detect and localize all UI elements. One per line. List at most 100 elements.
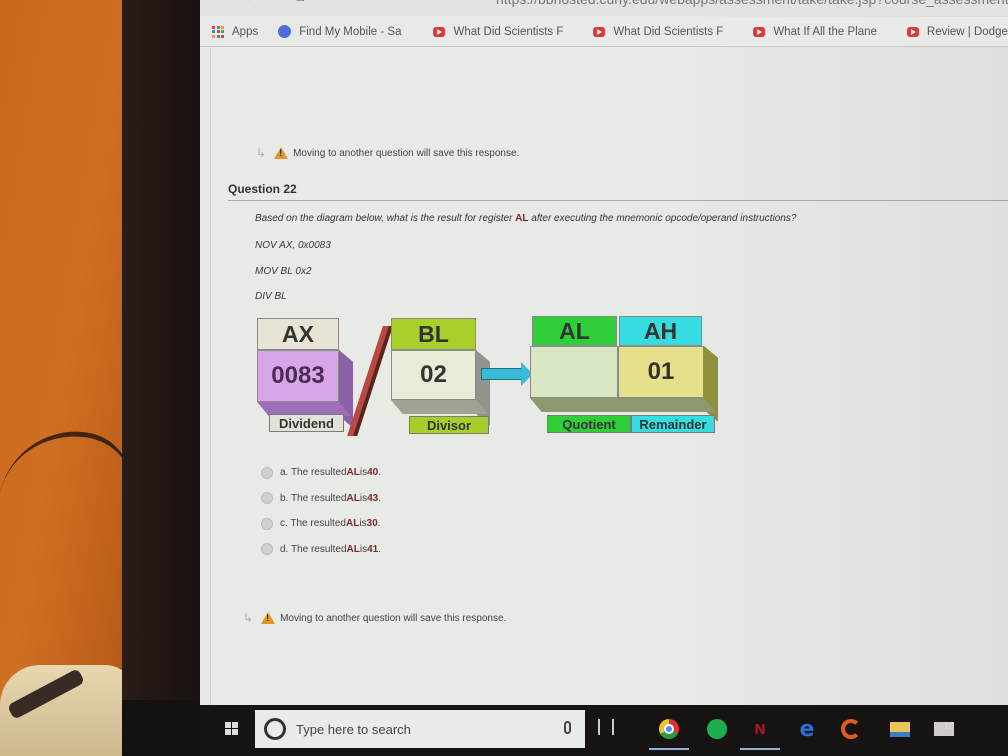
spotify-icon [707, 719, 727, 739]
youtube-icon [906, 26, 919, 37]
option-text: is [359, 518, 367, 530]
netflix-icon: N [754, 720, 766, 738]
option-text: d. The resulted [280, 543, 347, 555]
option-text: . [378, 492, 382, 504]
monitor-bezel-left [122, 0, 210, 756]
option-text: is [359, 467, 368, 479]
bl-box-side [476, 350, 490, 426]
reload-icon[interactable]: ↻ [268, 0, 295, 5]
notice-text: Moving to another question will save thi… [280, 612, 507, 624]
dividend-caption: Dividend [269, 414, 344, 432]
option-value: 30 [366, 518, 378, 530]
screen: ←→↻⌂ https://bbhosted.cuny.edu/webapps/a… [200, 0, 1008, 705]
return-arrow-icon: ↳ [243, 611, 254, 625]
bookmark-label: What Did Scientists F [613, 25, 724, 38]
crunchyroll-icon [841, 719, 861, 739]
answer-options: a. The resulted AL is 40. b. The resulte… [261, 460, 381, 562]
division-slash [347, 326, 393, 436]
taskbar-netflix[interactable]: N [740, 715, 780, 750]
radio-button[interactable] [261, 492, 273, 505]
bookmark-label: Review | Dodge Dem [926, 25, 1008, 38]
cortana-icon[interactable] [264, 718, 286, 740]
option-register: AL [346, 492, 360, 504]
al-ah-box-bottom [530, 398, 716, 412]
bl-value: 02 [391, 350, 476, 400]
address-bar[interactable]: ←→↻⌂ https://bbhosted.cuny.edu/webapps/a… [200, 0, 1008, 16]
ax-value: 0083 [257, 350, 339, 402]
option-register: AL [345, 518, 360, 530]
bl-box-bottom [391, 400, 488, 414]
register-diagram: AX 0083 Dividend BL 02 Divisor AL AH 01 [211, 48, 1008, 705]
option-value: 43 [367, 492, 379, 504]
option-d[interactable]: d. The resulted AL is 41. [261, 537, 381, 563]
bookmark-what-if-all-the-planets[interactable]: What If All the Plane [753, 26, 877, 38]
folder-icon [890, 721, 910, 737]
taskbar: Type here to search N e 10 [200, 705, 1008, 756]
taskbar-edge[interactable]: e [793, 715, 821, 743]
bookmark-label: What If All the Plane [773, 25, 877, 38]
bookmark-review-dodge[interactable]: Review | Dodge Dem [906, 25, 1008, 38]
warning-icon [261, 612, 276, 624]
apps-grid-icon [212, 25, 224, 38]
microphone-icon[interactable] [564, 721, 571, 734]
ah-value: 01 [618, 346, 704, 398]
bookmark-find-my-mobile[interactable]: Find My Mobile - Sa [278, 25, 401, 38]
bookmark-label: Find My Mobile - Sa [299, 25, 402, 38]
youtube-icon [753, 26, 766, 37]
back-icon[interactable]: ← [208, 0, 238, 5]
background-wall [0, 0, 125, 756]
bookmarks-bar: Apps Find My Mobile - Sa What Did Scient… [200, 17, 1008, 47]
quotient-caption: Quotient [547, 415, 631, 433]
option-text: . [378, 543, 382, 555]
task-view-icon[interactable] [598, 719, 614, 735]
option-text: c. The resulted [280, 518, 346, 530]
option-text: is [359, 492, 368, 504]
option-b[interactable]: b. The resulted AL is 43. [261, 486, 381, 512]
ax-label: AX [257, 318, 339, 350]
option-text: a. The resulted [280, 467, 347, 479]
divisor-caption: Divisor [409, 416, 489, 434]
assessment-content: ↳ Moving to another question will save t… [210, 48, 1008, 705]
taskbar-mail[interactable]: 10 [930, 715, 958, 743]
youtube-icon [433, 26, 446, 37]
taskbar-file-explorer[interactable] [886, 715, 914, 743]
ah-label: AH [619, 316, 702, 346]
windows-start-icon[interactable] [225, 722, 238, 735]
al-label: AL [532, 316, 617, 346]
bookmark-label: Apps [232, 25, 259, 38]
taskbar-crunchyroll[interactable] [837, 715, 865, 743]
chrome-icon [659, 719, 679, 739]
option-a[interactable]: a. The resulted AL is 40. [261, 460, 381, 486]
forward-icon[interactable]: → [238, 0, 268, 5]
arrow-icon [481, 368, 525, 380]
remainder-caption: Remainder [631, 415, 715, 433]
mail-badge: 10 [944, 721, 955, 731]
taskbar-search-box[interactable]: Type here to search [255, 710, 585, 748]
taskbar-spotify[interactable] [703, 715, 731, 743]
option-register: AL [346, 543, 360, 555]
bookmark-what-did-scientists-2[interactable]: What Did Scientists F [593, 26, 723, 38]
edge-icon: e [799, 716, 815, 742]
option-value: 40 [367, 467, 379, 479]
youtube-icon [593, 26, 606, 37]
option-c[interactable]: c. The resulted AL is 30. [261, 511, 381, 537]
al-value [530, 346, 618, 398]
search-placeholder[interactable]: Type here to search [296, 722, 411, 737]
option-text: . [378, 467, 382, 479]
home-icon[interactable]: ⌂ [295, 0, 319, 5]
option-value: 41 [367, 543, 379, 555]
option-text: . [377, 518, 381, 530]
taskbar-chrome[interactable] [649, 715, 689, 750]
radio-button[interactable] [261, 466, 273, 479]
option-text: b. The resulted [280, 492, 347, 504]
radio-button[interactable] [261, 517, 273, 530]
url-text[interactable]: https://bbhosted.cuny.edu/webapps/assess… [496, 0, 1008, 6]
option-register: AL [346, 467, 360, 479]
save-notice-bottom: ↳ Moving to another question will save t… [243, 611, 506, 625]
radio-button[interactable] [261, 543, 273, 556]
bookmark-what-did-scientists-1[interactable]: What Did Scientists F [433, 26, 563, 38]
option-text: is [359, 543, 368, 555]
bookmark-apps[interactable]: Apps [212, 25, 259, 38]
bl-label: BL [391, 318, 476, 350]
bookmark-label: What Did Scientists F [453, 25, 564, 38]
